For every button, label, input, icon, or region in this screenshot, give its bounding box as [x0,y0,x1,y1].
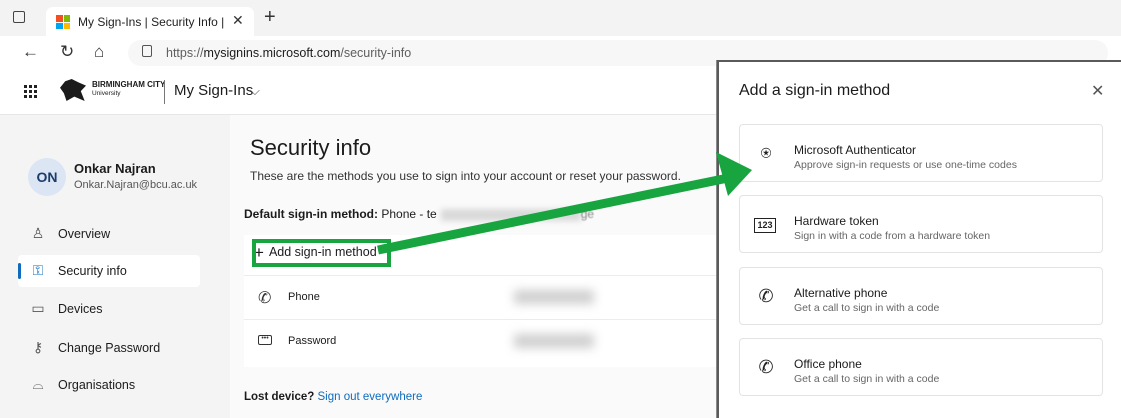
sidebar-item-label: Devices [58,302,103,316]
option-alternative-phone[interactable]: ✆ Alternative phone Get a call to sign i… [739,267,1103,325]
avatar: ON [28,158,66,196]
option-title: Office phone [794,357,862,371]
method-label: Password [288,335,337,347]
default-method-label: Default sign-in method: [244,207,378,221]
sidebar-item-label: Organisations [58,378,136,392]
sidebar-item-label: Security info [58,264,127,278]
option-title: Hardware token [794,214,879,228]
new-tab-button[interactable]: + [264,6,276,29]
phone-icon: ✆ [258,290,272,307]
microsoft-logo-icon [56,15,70,29]
tab-title: My Sign-Ins | Security Info | Micro [78,15,228,29]
app-launcher-icon[interactable] [24,85,37,98]
authenticator-icon: ⍟ [760,143,772,163]
sidebar-item-devices[interactable]: ▭ Devices [18,293,200,325]
sidebar-item-change-password[interactable]: ⚷ Change Password [18,332,200,364]
panel-title: Add a sign-in method [739,82,891,99]
phone-icon: ✆ [758,286,774,306]
default-method: Default sign-in method: Phone - te ge [244,207,594,221]
user-name: Onkar Najran [74,161,156,176]
lock-icon[interactable] [142,45,152,57]
browser-tab[interactable]: My Sign-Ins | Security Info | Micro ✕ [46,7,254,36]
sidebar-item-label: Change Password [58,341,161,355]
main-content: Security info These are the methods you … [230,115,750,418]
sidebar-item-organisations[interactable]: ⌓ Organisations [18,369,200,401]
page-subtitle: These are the methods you use to sign in… [250,169,681,183]
hardware-token-icon: 123 [754,218,776,233]
default-method-value: Phone - te [381,207,437,221]
highlight-box [252,239,391,267]
phone-icon: ✆ [758,357,774,377]
option-microsoft-authenticator[interactable]: ⍟ Microsoft Authenticator Approve sign-i… [739,124,1103,182]
briefcase-icon: ⌓ [32,376,44,392]
sidebar-item-label: Overview [58,227,111,241]
option-hardware-token[interactable]: 123 Hardware token Sign in with a code f… [739,195,1103,253]
option-office-phone[interactable]: ✆ Office phone Get a call to sign in wit… [739,338,1103,396]
url-text[interactable]: https://mysignins.microsoft.com/security… [166,46,411,60]
option-desc: Sign in with a code from a hardware toke… [794,230,991,242]
person-icon: ♙ [31,225,45,241]
home-icon[interactable]: ⌂ [94,42,104,62]
method-label: Phone [288,291,320,303]
option-title: Microsoft Authenticator [794,143,917,157]
user-email: Onkar.Najran@bcu.ac.uk [74,179,198,191]
lost-device-label: Lost device? [244,391,315,403]
chevron-down-icon[interactable]: ⌵ [250,83,260,99]
sidebar: ON Onkar Najran Onkar.Najran@bcu.ac.uk ♙… [0,115,230,418]
methods-list: + Add sign-in method ✆ Phone ••• Password [244,235,744,367]
option-desc: Get a call to sign in with a code [794,302,940,314]
app-title[interactable]: My Sign-Ins [174,82,253,99]
back-icon[interactable]: ← [22,42,39,62]
option-title: Alternative phone [794,286,888,300]
method-row-password: ••• Password [244,319,744,364]
sign-out-everywhere-link[interactable]: Sign out everywhere [318,391,423,403]
sidebar-item-security-info[interactable]: ⚿ Security info [18,255,200,287]
security-key-icon: ⚿ [32,262,44,278]
tab-actions-icon[interactable] [13,11,25,23]
org-sub: University [92,90,121,97]
refresh-icon[interactable]: ↻ [60,42,74,62]
close-icon[interactable]: ✕ [1091,81,1104,101]
redacted-blur [514,334,594,348]
key-icon: ⚷ [32,339,44,355]
active-indicator [18,263,21,279]
redacted-blur [440,208,581,221]
bcu-logo [60,79,86,101]
org-name: BIRMINGHAM CITY [92,80,166,89]
redacted-blur [514,290,594,304]
method-row-phone: ✆ Phone [244,275,744,320]
page-title: Security info [250,135,372,160]
password-icon: ••• [258,335,272,345]
lost-device: Lost device? Sign out everywhere [244,391,422,403]
sidebar-item-overview[interactable]: ♙ Overview [18,218,200,250]
option-desc: Approve sign-in requests or use one-time… [794,159,1017,171]
browser-tab-bar: My Sign-Ins | Security Info | Micro ✕ + [0,0,1121,36]
default-method-change-link[interactable]: ge [581,207,594,221]
add-method-panel: Add a sign-in method ✕ ⍟ Microsoft Authe… [719,60,1121,418]
option-desc: Get a call to sign in with a code [794,373,940,385]
laptop-icon: ▭ [31,300,45,316]
close-tab-icon[interactable]: ✕ [232,12,244,29]
header-divider [164,80,165,104]
